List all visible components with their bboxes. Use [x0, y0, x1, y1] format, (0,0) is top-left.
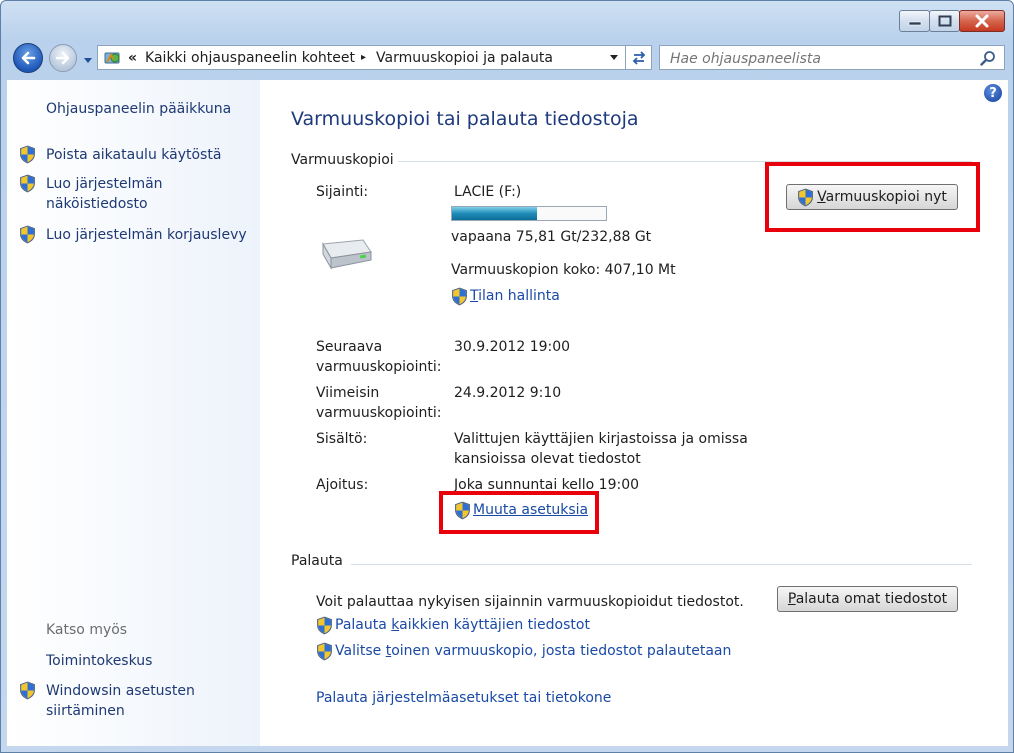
restore-my-files-button[interactable]: Palauta omat tiedostot — [777, 586, 958, 612]
access-key: T — [470, 288, 479, 304]
label-line: Viimeisin — [316, 385, 380, 401]
value-line: Valittujen käyttäjien kirjastoissa ja om… — [454, 431, 748, 447]
forward-arrow-icon — [55, 51, 70, 65]
address-dropdown-icon[interactable] — [609, 54, 619, 62]
close-icon — [975, 14, 989, 28]
label-line: varmuuskopiointi: — [316, 405, 442, 421]
label-line: Luo järjestelmän — [46, 176, 163, 192]
minimize-icon — [908, 21, 921, 26]
sidebar-link-action-center[interactable]: Toimintokeskus — [46, 651, 152, 671]
link-label: oinen varmuuskopio, josta tiedostot pala… — [391, 643, 732, 659]
location-value: LACIE (F:) — [454, 184, 522, 200]
sidebar-task-label: Poista aikataulu käytöstä — [46, 147, 222, 163]
label-line: varmuuskopiointi: — [316, 359, 442, 375]
sidebar-task-label: Luo järjestelmän korjauslevy — [46, 227, 247, 243]
breadcrumb-item-all-items[interactable]: Kaikki ohjauspaneelin kohteet — [145, 50, 355, 66]
search-icon[interactable] — [980, 50, 996, 66]
recent-pages-dropdown[interactable] — [83, 53, 93, 69]
uac-shield-icon — [317, 642, 332, 660]
drive-icon — [322, 239, 372, 270]
manage-space-link[interactable]: Tilan hallinta — [451, 286, 560, 306]
maximize-button[interactable] — [929, 10, 960, 32]
sidebar-task-disable-schedule[interactable]: Poista aikataulu käytöstä — [19, 145, 221, 165]
access-key: P — [787, 591, 796, 607]
link-label: aikkien käyttäjien tiedostot — [399, 617, 590, 633]
label-line: Seuraava — [316, 339, 383, 355]
restore-section-heading: Palauta — [291, 553, 343, 569]
free-space-text: vapaana 75,81 Gt/232,88 Gt — [451, 229, 652, 245]
backup-size-text: Varmuuskopion koko: 407,10 Mt — [451, 262, 676, 278]
value-line: kansioissa olevat tiedostot — [454, 451, 641, 467]
chevron-down-icon — [84, 58, 92, 63]
label-line: näköistiedosto — [46, 196, 148, 212]
back-button[interactable] — [13, 43, 43, 73]
button-label: alauta omat tiedostot — [795, 591, 948, 607]
uac-shield-icon — [20, 681, 35, 700]
restore-section-divider — [351, 564, 972, 565]
sidebar-task-create-system-image[interactable]: Luo järjestelmän näköistiedosto — [19, 174, 163, 214]
control-panel-icon — [104, 52, 120, 63]
refresh-button[interactable] — [626, 45, 652, 70]
caption-buttons — [899, 10, 1005, 32]
last-backup-label: Viimeisin varmuuskopiointi: — [316, 383, 441, 423]
page-title: Varmuuskopioi tai palauta tiedostoja — [291, 108, 639, 130]
sidebar-task-create-repair-disc[interactable]: Luo järjestelmän korjauslevy — [19, 225, 247, 245]
uac-shield-icon — [317, 616, 332, 634]
restore-description: Voit palauttaa nykyisen sijainnin varmuu… — [316, 594, 744, 610]
uac-shield-icon — [452, 287, 467, 305]
main-content: ? Varmuuskopioi tai palauta tiedostoja V… — [260, 80, 1008, 746]
window: « Kaikki ohjauspaneelin kohteet ▸ Varmuu… — [0, 0, 1014, 753]
breadcrumb-separator[interactable]: ▸ — [361, 52, 366, 63]
contents-label: Sisältö: — [316, 431, 368, 447]
restore-all-users-link[interactable]: Palauta kaikkien käyttäjien tiedostot — [316, 615, 590, 635]
uac-shield-icon — [20, 145, 35, 164]
sidebar-task-label: Luo järjestelmän näköistiedosto — [46, 174, 163, 214]
next-backup-label: Seuraava varmuuskopiointi: — [316, 337, 441, 377]
sidebar-link-label: Windowsin asetusten siirtäminen — [46, 681, 195, 721]
search-input[interactable] — [668, 47, 972, 70]
breadcrumb-item-backup-restore[interactable]: Varmuuskopioi ja palauta — [376, 50, 553, 66]
disk-usage-bar — [451, 206, 607, 221]
search-box — [659, 45, 1005, 70]
link-label: Palauta — [335, 617, 392, 633]
link-label: Valitse — [335, 643, 386, 659]
link-label: ilan hallinta — [478, 288, 560, 304]
label-line: Windowsin asetusten — [46, 683, 195, 699]
minimize-button[interactable] — [899, 10, 930, 32]
sidebar-home-link[interactable]: Ohjauspaneelin pääikkuna — [46, 99, 231, 119]
location-label: Sijainti: — [316, 184, 369, 200]
close-button[interactable] — [959, 10, 1005, 32]
disk-usage-fill — [452, 207, 537, 220]
task-pane: Ohjauspaneelin pääikkuna Poista aikataul… — [7, 80, 260, 746]
contents-value: Valittujen käyttäjien kirjastoissa ja om… — [454, 429, 748, 469]
help-button[interactable]: ? — [984, 84, 1002, 102]
backup-section-heading: Varmuuskopioi — [291, 152, 394, 168]
select-other-backup-link[interactable]: Valitse toinen varmuuskopio, josta tiedo… — [316, 641, 731, 661]
address-bar[interactable]: « Kaikki ohjauspaneelin kohteet ▸ Varmuu… — [97, 45, 626, 70]
system-restore-link[interactable]: Palauta järjestelmäasetukset tai tietoko… — [316, 688, 611, 708]
breadcrumb-overflow[interactable]: « — [128, 50, 137, 66]
uac-shield-icon — [20, 174, 35, 193]
highlight-box-backup-now — [765, 162, 980, 232]
see-also-heading: Katso myös — [46, 622, 128, 638]
uac-shield-icon — [20, 225, 35, 244]
schedule-label: Ajoitus: — [316, 477, 369, 493]
refresh-icon — [632, 50, 645, 65]
sidebar-link-easy-transfer[interactable]: Windowsin asetusten siirtäminen — [19, 681, 195, 721]
last-backup-value: 24.9.2012 9:10 — [454, 385, 562, 401]
highlight-box-change-settings — [439, 491, 599, 534]
label-line: siirtäminen — [46, 703, 125, 719]
forward-button[interactable] — [49, 44, 77, 72]
maximize-icon — [938, 15, 951, 27]
back-arrow-icon — [21, 51, 36, 65]
access-key: k — [391, 617, 400, 633]
next-backup-value: 30.9.2012 19:00 — [454, 339, 571, 355]
